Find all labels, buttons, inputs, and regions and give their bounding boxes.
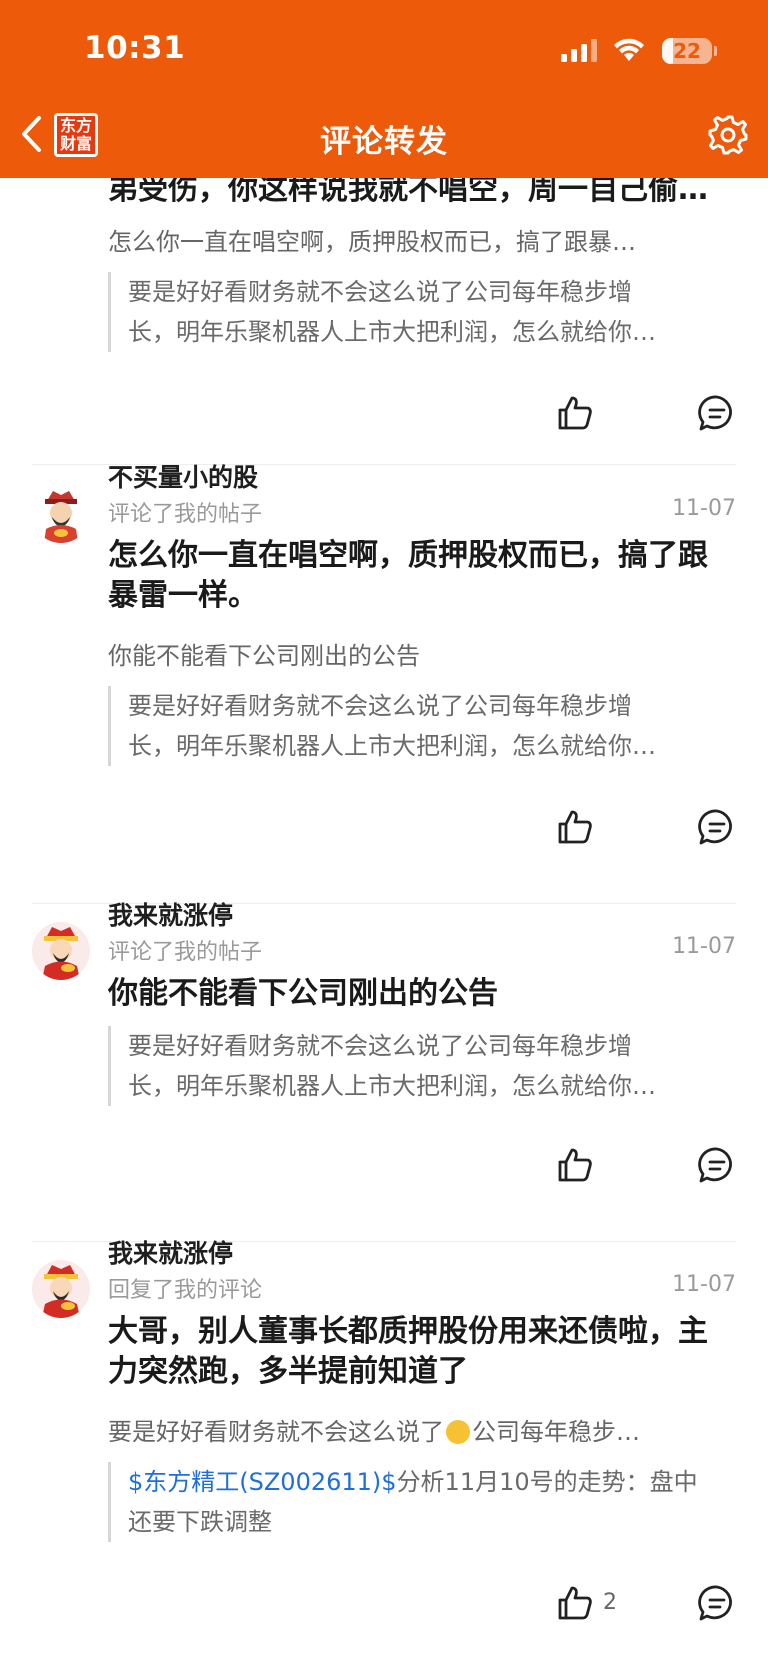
thumbs-up-icon[interactable] [556, 394, 594, 432]
app-header: 10:31 22 东方 财富 评论转发 [0, 0, 768, 178]
action-text: 回复了我的评论 [108, 1278, 263, 1303]
comment-text: 弟受伤，你这样说我就不唱空，周一自己偷… [108, 178, 708, 207]
quote-line2: 长，明年乐聚机器人上市大把利润，怎么就给你… [128, 732, 656, 760]
battery-tip [714, 46, 717, 56]
quote-line1: 要是好好看财务就不会这么说了公司每年稳步增 [128, 1032, 632, 1060]
comment-text: 你能不能看下公司刚出的公告 [108, 976, 498, 1011]
date: 11-07 [672, 934, 736, 959]
page-title: 评论转发 [320, 124, 448, 160]
battery-icon: 22 [662, 38, 712, 64]
comment-text: 大哥，别人董事长都质押股份用来还债啦，主力突然跑，多半提前知道了 [108, 1314, 708, 1389]
date: 11-07 [672, 1272, 736, 1297]
reply-text-part1: 要是好好看财务就不会这么说了 [108, 1418, 444, 1446]
fortune-god-avatar-icon [44, 491, 78, 543]
comment-icon[interactable] [698, 1584, 736, 1622]
comment-text: 怎么你一直在唱空啊，质押股权而已，搞了跟暴雷一样。 [108, 538, 708, 613]
fortune-god-avatar-icon [42, 927, 80, 980]
battery-percent: 22 [673, 39, 701, 63]
quote-line1: 要是好好看财务就不会这么说了公司每年稳步增 [128, 692, 632, 720]
comment-icon[interactable] [698, 808, 736, 846]
quote-line1: 分析11月10号的走势：盘中 [396, 1468, 698, 1496]
avatar[interactable] [32, 485, 90, 543]
wifi-icon [614, 38, 644, 61]
reply-text: 要是好好看财务就不会这么说了 公司每年稳步… [108, 1416, 728, 1448]
quoted-post[interactable]: $东方精工(SZ002611)$分析11月10号的走势：盘中 还要下跌调整 [108, 1462, 728, 1542]
quoted-post[interactable]: 要是好好看财务就不会这么说了公司每年稳步增 长，明年乐聚机器人上市大把利润，怎么… [108, 1026, 728, 1106]
thumbs-up-icon[interactable] [556, 1146, 594, 1184]
quote-line2: 长，明年乐聚机器人上市大把利润，怎么就给你… [128, 1072, 656, 1100]
status-time: 10:31 [84, 30, 186, 66]
avatar[interactable] [32, 1260, 90, 1318]
action-text: 评论了我的帖子 [108, 502, 263, 527]
comment-icon[interactable] [698, 1146, 736, 1184]
grimace-emoji-icon [446, 1420, 470, 1444]
thumbs-up-icon[interactable] [556, 1584, 594, 1622]
stock-link[interactable]: $东方精工(SZ002611)$ [128, 1468, 397, 1496]
fortune-god-avatar-icon [42, 1265, 80, 1318]
reply-text-part2: 公司每年稳步… [472, 1418, 640, 1446]
reply-text: 怎么你一直在唱空啊，质押股权而已，搞了跟暴… [108, 228, 636, 256]
quote-line2: 还要下跌调整 [128, 1508, 272, 1536]
quoted-post[interactable]: 要是好好看财务就不会这么说了公司每年稳步增 长，明年乐聚机器人上市大把利润，怎么… [108, 686, 728, 766]
action-text: 评论了我的帖子 [108, 940, 263, 965]
like-count: 2 [603, 1590, 617, 1615]
quote-line1: 要是好好看财务就不会这么说了公司每年稳步增 [128, 278, 632, 306]
thumbs-up-icon[interactable] [556, 808, 594, 846]
comment-icon[interactable] [698, 394, 736, 432]
username[interactable]: 我来就涨停 [108, 896, 233, 932]
date: 11-07 [672, 496, 736, 521]
notification-list: 弟受伤，你这样说我就不唱空，周一自己偷… 怎么你一直在唱空啊，质押股权而已，搞了… [0, 178, 768, 1663]
quote-line2: 长，明年乐聚机器人上市大把利润，怎么就给你… [128, 318, 656, 346]
cellular-signal-icon [561, 39, 597, 62]
quoted-post[interactable]: 要是好好看财务就不会这么说了公司每年稳步增 长，明年乐聚机器人上市大把利润，怎么… [108, 272, 728, 352]
username[interactable]: 不买量小的股 [108, 458, 258, 494]
gear-icon[interactable] [707, 114, 749, 156]
reply-text: 你能不能看下公司刚出的公告 [108, 642, 420, 670]
avatar[interactable] [32, 922, 90, 980]
username[interactable]: 我来就涨停 [108, 1234, 233, 1270]
